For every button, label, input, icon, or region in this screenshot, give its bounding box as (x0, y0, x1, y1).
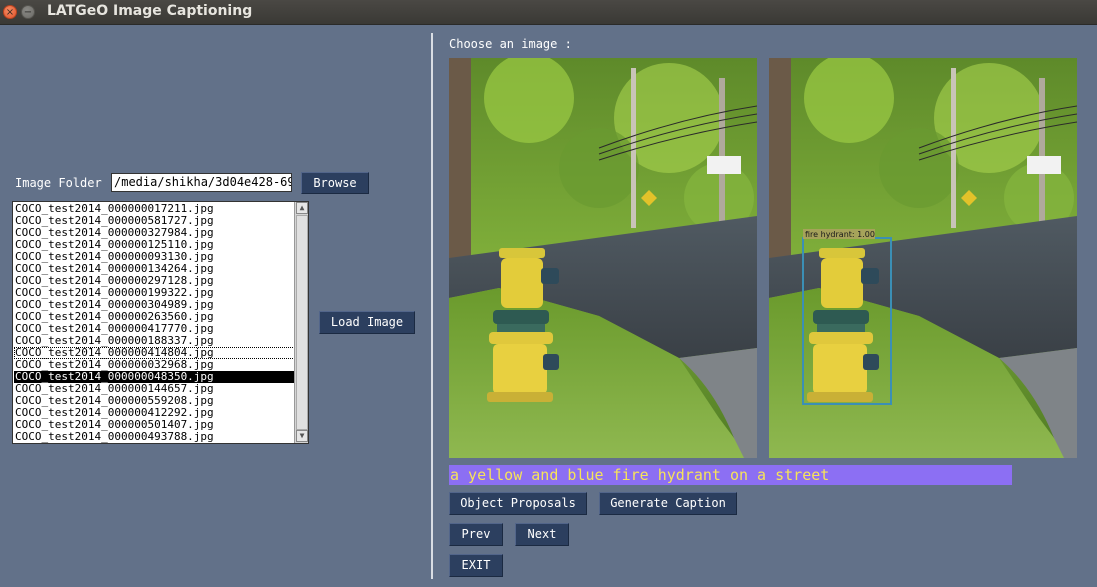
panel-divider (431, 33, 433, 579)
image-file-list[interactable]: COCO_test2014_000000017211.jpg COCO_test2… (12, 201, 309, 444)
detection-photo-drawing: fire hydrant: 1.00 (769, 58, 1077, 458)
file-list-items: COCO_test2014_000000017211.jpg COCO_test2… (14, 203, 295, 443)
next-button[interactable]: Next (515, 523, 569, 546)
browse-button[interactable]: Browse (301, 172, 369, 194)
generate-caption-button[interactable]: Generate Caption (599, 492, 737, 515)
image-folder-label: Image Folder (15, 176, 102, 190)
detection-image: fire hydrant: 1.00 (769, 58, 1077, 458)
detection-label: fire hydrant: 1.00 (805, 230, 875, 239)
file-list-scrollbar[interactable]: ▲ ▼ (294, 202, 308, 443)
window-title: LATGeO Image Captioning (47, 3, 253, 19)
file-list-item[interactable]: COCO_test2014_000000493788.jpg (14, 431, 295, 443)
exit-button[interactable]: EXIT (449, 554, 503, 577)
image-folder-input[interactable]: /media/shikha/3d04e428-69 (111, 173, 292, 192)
original-image (449, 58, 757, 458)
title-bar: × − LATGeO Image Captioning (0, 0, 1097, 25)
scroll-down-icon[interactable]: ▼ (296, 430, 308, 442)
object-proposals-button[interactable]: Object Proposals (449, 492, 587, 515)
minimize-icon[interactable]: − (21, 5, 35, 19)
prev-button[interactable]: Prev (449, 523, 503, 546)
original-photo-drawing (449, 58, 757, 458)
load-image-button[interactable]: Load Image (319, 311, 415, 334)
generated-caption: a yellow and blue fire hydrant on a stre… (449, 465, 1012, 485)
choose-image-label: Choose an image : (449, 37, 572, 51)
close-icon[interactable]: × (3, 5, 17, 19)
scroll-up-icon[interactable]: ▲ (296, 202, 308, 214)
scroll-thumb[interactable] (296, 215, 308, 430)
